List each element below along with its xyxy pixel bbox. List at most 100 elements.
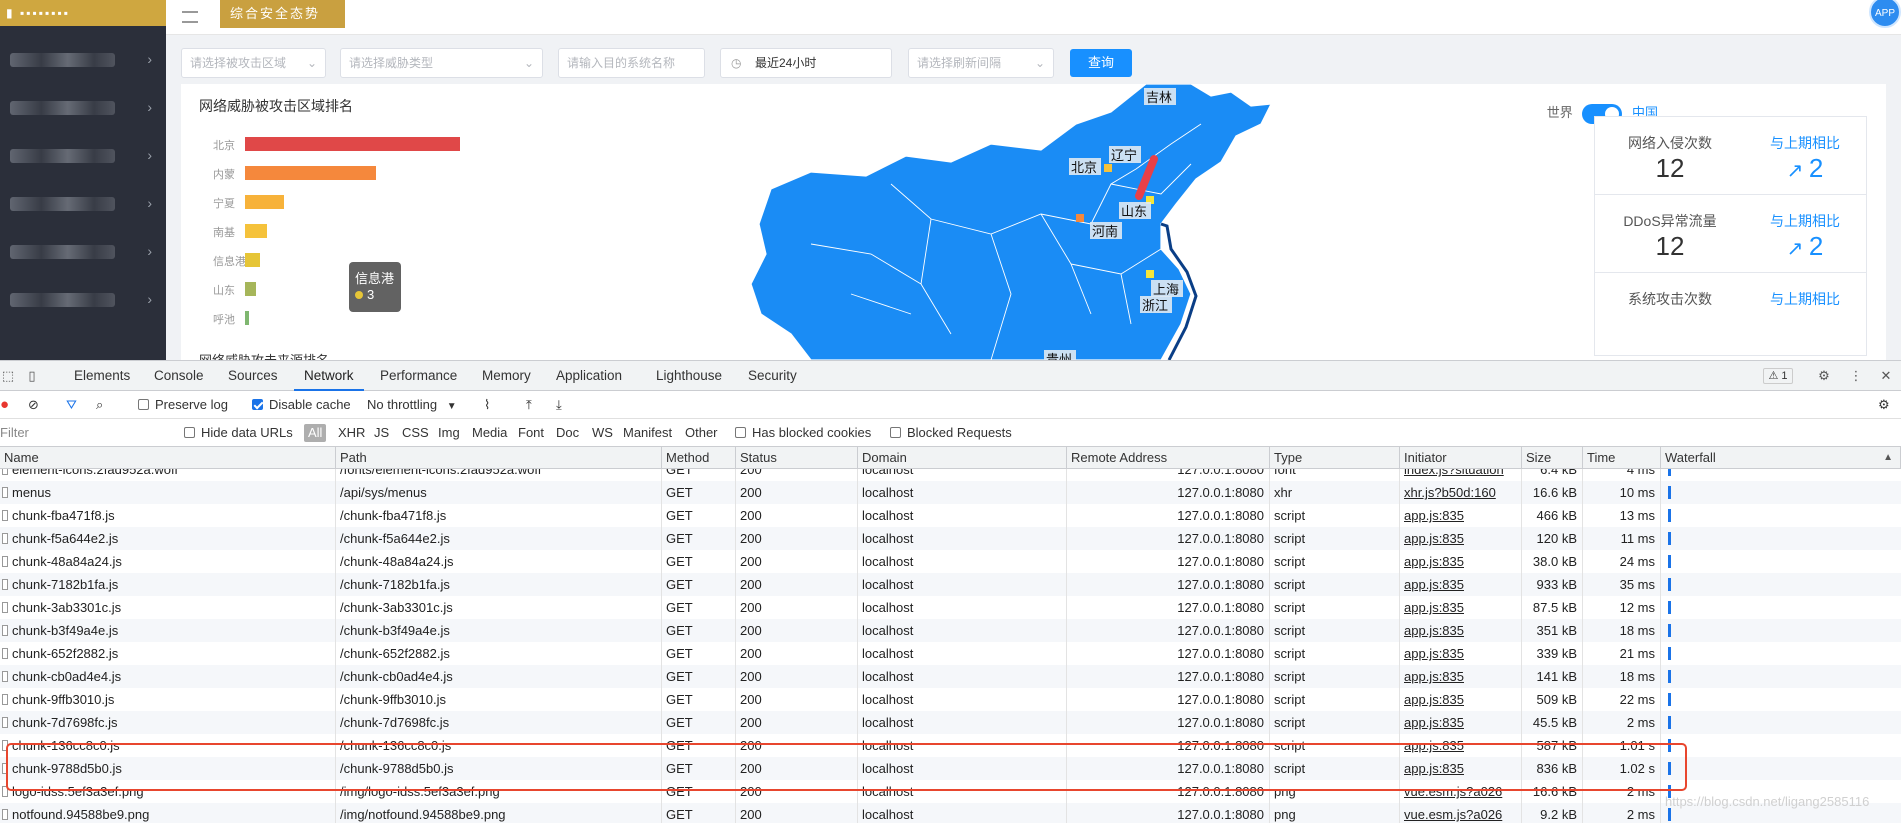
network-row[interactable]: chunk-cb0ad4e4.js/chunk-cb0ad4e4.js GET 20… — [0, 665, 1901, 688]
cell-initiator[interactable]: app.js:835 — [1400, 527, 1522, 550]
rank-bar[interactable] — [245, 282, 256, 296]
column-header-initiator[interactable]: Initiator — [1400, 447, 1522, 469]
sort-arrow-icon[interactable]: ▲ — [1883, 447, 1893, 469]
cell-initiator[interactable]: app.js:835 — [1400, 619, 1522, 642]
column-header-waterfall[interactable]: Waterfall — [1661, 447, 1901, 469]
network-row[interactable]: logo-idss.5ef3a3ef.png/img/logo-idss.5ef… — [0, 780, 1901, 803]
rank-bar[interactable] — [245, 253, 261, 267]
network-row[interactable]: chunk-7d7698fc.js/chunk-7d7698fc.js GET 20… — [0, 711, 1901, 734]
rank-bar[interactable] — [245, 311, 250, 325]
cell-initiator[interactable]: app.js:835 — [1400, 642, 1522, 665]
type-filter-manifest[interactable]: Manifest — [623, 419, 672, 447]
system-name-input[interactable]: 请输入目的系统名称 — [558, 48, 705, 78]
network-row[interactable]: menus/api/sys/menus GET 200 localhost 127.0.… — [0, 481, 1901, 504]
filter-input[interactable]: Filter — [0, 419, 170, 447]
warning-badge[interactable]: ⚠ 1 — [1763, 368, 1793, 384]
column-header-status[interactable]: Status — [736, 447, 858, 469]
cell-initiator[interactable]: app.js:835 — [1400, 665, 1522, 688]
cell-initiator[interactable]: app.js:835 — [1400, 550, 1522, 573]
cell-initiator[interactable]: app.js:835 — [1400, 504, 1522, 527]
cell-initiator[interactable]: app.js:835 — [1400, 711, 1522, 734]
cell-initiator[interactable]: vue.esm.js?a026 — [1400, 780, 1522, 803]
cell-initiator[interactable]: app.js:835 — [1400, 688, 1522, 711]
network-row[interactable]: element-icons.2fad952a.woff/fonts/elemen… — [0, 469, 1901, 481]
type-filter-font[interactable]: Font — [518, 419, 544, 447]
devtools-tab-memory[interactable]: Memory — [472, 361, 541, 391]
rank-bar[interactable] — [245, 166, 377, 180]
network-row[interactable]: chunk-136cc8c0.js/chunk-136cc8c0.js GET 20… — [0, 734, 1901, 757]
preserve-log-checkbox[interactable]: Preserve log — [138, 391, 228, 419]
devtools-tab-sources[interactable]: Sources — [218, 361, 288, 391]
tab-active[interactable]: 综合安全态势 — [220, 0, 345, 28]
devtools-tab-application[interactable]: Application — [546, 361, 632, 391]
devtools-tab-lighthouse[interactable]: Lighthouse — [646, 361, 732, 391]
column-header-name[interactable]: Name — [0, 447, 336, 469]
upload-icon[interactable]: ⤒ — [526, 391, 532, 419]
app-button[interactable]: APP — [1869, 0, 1901, 28]
type-filter-other[interactable]: Other — [685, 419, 718, 447]
column-header-path[interactable]: Path — [336, 447, 662, 469]
sidebar-item[interactable]: › — [0, 290, 166, 310]
devtools-tab-performance[interactable]: Performance — [370, 361, 467, 391]
blocked-requests-checkbox[interactable]: Blocked Requests — [890, 419, 1012, 447]
column-header-remote-address[interactable]: Remote Address — [1067, 447, 1270, 469]
sidebar-item[interactable]: › — [0, 98, 166, 118]
column-header-type[interactable]: Type — [1270, 447, 1400, 469]
network-row[interactable]: chunk-7182b1fa.js/chunk-7182b1fa.js GET 20… — [0, 573, 1901, 596]
rank-bar[interactable] — [245, 137, 460, 151]
hamburger-icon[interactable] — [182, 11, 198, 23]
search-icon[interactable]: ⌕ — [96, 391, 103, 419]
type-filter-js[interactable]: JS — [374, 419, 389, 447]
clear-icon[interactable]: ⊘ — [28, 391, 39, 419]
type-filter-all[interactable]: All — [304, 419, 327, 447]
sidebar-item[interactable]: › — [0, 194, 166, 214]
cell-initiator[interactable]: vue.esm.js?a026 — [1400, 803, 1522, 823]
devtools-tab-elements[interactable]: Elements — [64, 361, 140, 391]
network-conditions-icon[interactable]: ⌇ — [484, 391, 490, 419]
cell-initiator[interactable]: index.js?situation — [1400, 469, 1522, 481]
network-row[interactable]: chunk-3ab3301c.js/chunk-3ab3301c.js GET 20… — [0, 596, 1901, 619]
download-icon[interactable]: ⤓ — [556, 391, 562, 419]
network-row[interactable]: chunk-9788d5b0.js/chunk-9788d5b0.js GET 20… — [0, 757, 1901, 780]
network-row[interactable]: chunk-9ffb3010.js/chunk-9ffb3010.js GET 20… — [0, 688, 1901, 711]
network-settings-icon[interactable]: ⚙ — [1878, 391, 1890, 419]
devtools-tab-console[interactable]: Console — [144, 361, 214, 391]
sidebar-item[interactable]: › — [0, 242, 166, 262]
threat-type-select[interactable]: 请选择威胁类型 ⌄ — [340, 48, 543, 78]
network-row[interactable]: chunk-f5a644e2.js/chunk-f5a644e2.js GET 20… — [0, 527, 1901, 550]
type-filter-ws[interactable]: WS — [592, 419, 613, 447]
filter-icon[interactable]: ⛛ — [66, 391, 77, 419]
type-filter-doc[interactable]: Doc — [556, 419, 579, 447]
sidebar-item[interactable]: › — [0, 146, 166, 166]
cell-initiator[interactable]: app.js:835 — [1400, 757, 1522, 780]
sidebar-item[interactable]: › — [0, 50, 166, 70]
cell-initiator[interactable]: app.js:835 — [1400, 573, 1522, 596]
more-options-icon[interactable]: ⋮ — [1848, 368, 1864, 384]
network-row[interactable]: chunk-652f2882.js/chunk-652f2882.js GET 20… — [0, 642, 1901, 665]
network-row[interactable]: chunk-48a84a24.js/chunk-48a84a24.js GET 20… — [0, 550, 1901, 573]
rank-bar[interactable] — [245, 195, 284, 209]
column-header-method[interactable]: Method — [662, 447, 736, 469]
cell-initiator[interactable]: app.js:835 — [1400, 734, 1522, 757]
type-filter-xhr[interactable]: XHR — [338, 419, 365, 447]
query-button[interactable]: 查询 — [1070, 49, 1132, 77]
device-toggle-icon[interactable]: ▯ — [24, 368, 40, 384]
china-map[interactable]: 吉林辽宁北京山东河南上海浙江贵州 — [691, 84, 1331, 360]
settings-gear-icon[interactable]: ⚙ — [1816, 368, 1832, 384]
devtools-tab-security[interactable]: Security — [738, 361, 807, 391]
inspect-icon[interactable]: ⬚ — [0, 368, 16, 384]
refresh-interval-select[interactable]: 请选择刷新间隔 ⌄ — [908, 48, 1054, 78]
region-select[interactable]: 请选择被攻击区域 ⌄ — [181, 48, 326, 78]
cell-initiator[interactable]: xhr.js?b50d:160 — [1400, 481, 1522, 504]
hide-data-urls-checkbox[interactable]: Hide data URLs — [184, 419, 293, 447]
devtools-tab-network[interactable]: Network — [294, 361, 364, 391]
type-filter-img[interactable]: Img — [438, 419, 460, 447]
cell-initiator[interactable]: app.js:835 — [1400, 596, 1522, 619]
network-row[interactable]: chunk-b3f49a4e.js/chunk-b3f49a4e.js GET 20… — [0, 619, 1901, 642]
column-header-time[interactable]: Time — [1583, 447, 1661, 469]
disable-cache-checkbox[interactable]: Disable cache — [252, 391, 351, 419]
network-row[interactable]: notfound.94588be9.png/img/notfound.94588… — [0, 803, 1901, 823]
throttling-select[interactable]: No throttling ▼ — [367, 391, 457, 419]
column-header-size[interactable]: Size — [1522, 447, 1583, 469]
type-filter-media[interactable]: Media — [472, 419, 507, 447]
